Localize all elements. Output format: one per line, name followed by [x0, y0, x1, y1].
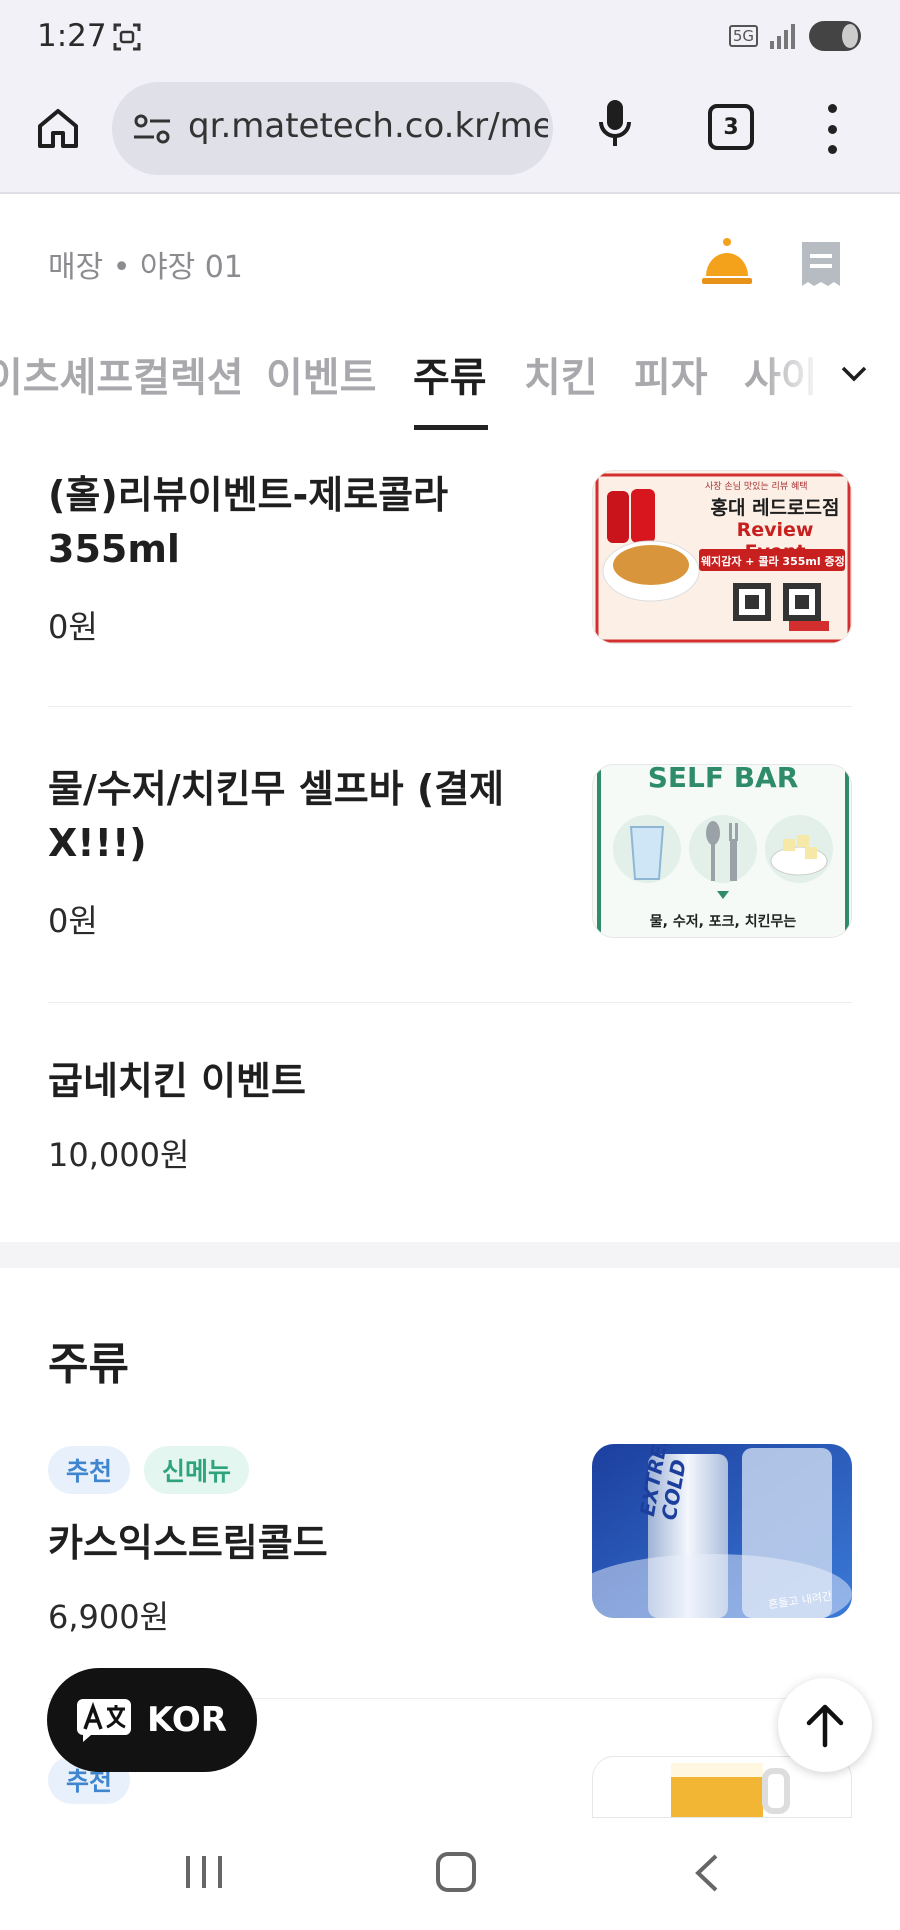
- section-separator: [0, 1242, 900, 1268]
- language-label: KOR: [147, 1700, 227, 1740]
- poster-caption: 물, 수저, 포크, 치킨무는: [649, 914, 797, 930]
- tab-chef-collection[interactable]: 이츠셰프컬렉션: [0, 345, 244, 403]
- section-title: 주류: [48, 1339, 129, 1390]
- tab-pizza[interactable]: 피자: [634, 345, 708, 403]
- chevron-down-icon[interactable]: [838, 357, 870, 389]
- address-bar[interactable]: qr.matetech.co.kr/me: [112, 82, 553, 175]
- system-home-button[interactable]: [436, 1852, 476, 1892]
- badge-recommended: 추천: [48, 1446, 131, 1494]
- browser-menu-button[interactable]: [820, 104, 844, 154]
- item-image[interactable]: SELF BAR 물, 수저, 포크, 치킨무는: [592, 764, 852, 938]
- microphone-icon: [599, 100, 631, 146]
- status-time: 1:27: [37, 18, 107, 54]
- poster-offer: 웨지감자 + 콜라 355ml 증정: [701, 555, 845, 568]
- item-name: (홀)리뷰이벤트-제로콜라 355ml: [48, 473, 449, 571]
- poster-top-note: 사장 손님 맛있는 리뷰 혜택: [705, 482, 808, 492]
- system-navigation-bar: [0, 1818, 900, 1930]
- scroll-to-top-button[interactable]: [778, 1678, 872, 1772]
- menu-item[interactable]: 굽네치킨 이벤트 10,000원: [48, 1054, 852, 1176]
- store-table-label: 매장 • 야장 01: [48, 250, 243, 285]
- status-bar: 1:27 5G: [0, 0, 900, 74]
- browser-home-button[interactable]: [32, 102, 84, 154]
- home-icon: [38, 109, 78, 148]
- back-icon[interactable]: [690, 1852, 724, 1894]
- bell-icon[interactable]: [700, 236, 754, 290]
- url-text[interactable]: qr.matetech.co.kr/me: [188, 106, 548, 146]
- tab-switcher-button[interactable]: 3: [708, 104, 754, 150]
- receipt-icon[interactable]: [800, 240, 842, 288]
- divider: [48, 1002, 852, 1003]
- browser-toolbar: qr.matetech.co.kr/me 3: [0, 74, 900, 194]
- site-settings-icon[interactable]: [132, 112, 172, 146]
- item-name: 굽네치킨 이벤트: [48, 1059, 306, 1103]
- poster-title: SELF BAR: [647, 764, 799, 794]
- translate-icon: [77, 1699, 131, 1742]
- category-tabs: 이츠셰프컬렉션 이벤트 주류 치킨 피자 사이: [0, 335, 900, 435]
- battery-icon: [809, 21, 861, 51]
- screen-record-icon: [113, 23, 141, 51]
- arrow-up-icon: [806, 1704, 844, 1748]
- poster-title: 홍대 레드로드점: [710, 497, 840, 519]
- item-image[interactable]: EXTREME COLD 흔들고 내려간: [592, 1444, 852, 1618]
- item-image[interactable]: 사장 손님 맛있는 리뷰 혜택 홍대 레드로드점 Review Event 웨지…: [592, 470, 852, 644]
- item-price: 10,000원: [48, 1136, 190, 1174]
- language-toggle-button[interactable]: KOR: [47, 1668, 257, 1772]
- tab-event[interactable]: 이벤트: [266, 345, 376, 403]
- recent-apps-icon[interactable]: [184, 1854, 224, 1890]
- divider: [48, 706, 852, 707]
- signal-icon: [770, 24, 795, 49]
- item-name: 카스익스트림콜드: [48, 1521, 328, 1565]
- item-name: 물/수저/치킨무 셀프바 (결제X!!!): [48, 767, 505, 865]
- tab-chicken[interactable]: 치킨: [524, 345, 598, 403]
- tab-alcohol[interactable]: 주류: [413, 345, 487, 403]
- badge-new-menu: 신메뉴: [144, 1446, 250, 1494]
- tab-count: 3: [723, 114, 739, 140]
- active-tab-indicator: [414, 425, 488, 430]
- network-icon: 5G: [728, 25, 758, 47]
- voice-search-button[interactable]: [590, 94, 640, 154]
